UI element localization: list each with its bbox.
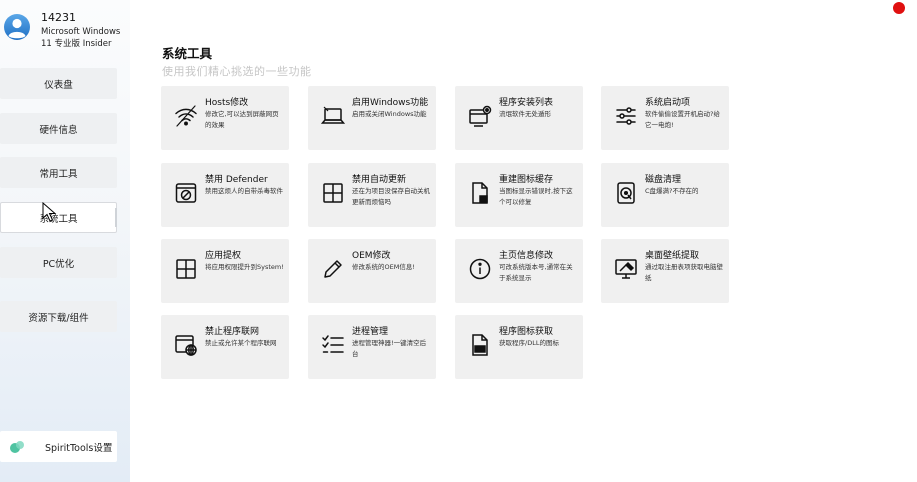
wifi-icon	[175, 105, 197, 127]
tile-title: 系统启动项	[645, 98, 691, 108]
tile-desc: C盘爆满?不存在的	[645, 187, 699, 195]
tile-title: 程序图标获取	[499, 327, 554, 337]
tile-desc: 软件偷偷设置开机启动?给它一电炮!	[645, 110, 720, 129]
tile-process-manager[interactable]: 进程管理 进程管理神器!一键清空后台	[308, 315, 436, 379]
tile-icon-extract[interactable]: 程序图标获取 获取程序/DLL的图标	[455, 315, 583, 379]
sidebar-item-label: PC优化	[42, 258, 75, 270]
tile-desc: 修改它,可以达到屏蔽网页的效果	[205, 110, 279, 129]
tile-desc: 通过取注册表项获取电脑壁纸	[645, 263, 723, 282]
tile-rebuild-icon-cache[interactable]: 重建图标缓存 当图标显示错误时,按下这个可以修复	[455, 163, 583, 227]
tile-title: 禁用自动更新	[352, 175, 407, 185]
windows-icon	[323, 183, 343, 203]
tile-desc: 获取程序/DLL的图标	[499, 339, 559, 347]
disk-icon	[617, 182, 635, 204]
tile-title: 磁盘清理	[645, 175, 682, 185]
tile-title: 应用提权	[205, 251, 242, 261]
tile-installed-programs[interactable]: 程序安装列表 流氓软件无处遁形	[455, 86, 583, 150]
os-version: Microsoft Windows 11 专业版 Insider	[41, 27, 121, 49]
tile-desc: 将应用权限提升到System!	[205, 263, 284, 271]
windows-icon	[176, 259, 196, 279]
tile-title: 主页信息修改	[499, 251, 554, 261]
tile-title: 禁止程序联网	[205, 327, 260, 337]
tile-desc: 禁止或允许某个程序联网	[205, 339, 277, 347]
sliders-icon	[616, 107, 636, 125]
tile-title: Hosts修改	[205, 98, 249, 108]
sidebar-item-dashboard[interactable]: 仪表盘	[0, 68, 117, 99]
tile-oem-edit[interactable]: OEM修改 修改系统的OEM信息!	[308, 239, 436, 303]
tile-windows-features[interactable]: 启用Windows功能 启用或关闭Windows功能	[308, 86, 436, 150]
tile-desc: 当图标显示错误时,按下这个可以修复	[499, 187, 573, 206]
pencil-icon	[324, 260, 342, 278]
recording-indicator	[893, 2, 905, 14]
page-title: 系统工具	[162, 46, 213, 61]
tile-disk-cleanup[interactable]: 磁盘清理 C盘爆满?不存在的	[601, 163, 729, 227]
sidebar-item-label: 资源下载/组件	[28, 312, 89, 324]
sidebar-item-label: 常用工具	[39, 168, 78, 180]
spirit-logo-icon	[10, 441, 24, 453]
laptop-icon	[321, 106, 345, 124]
sidebar-item-common-tools[interactable]: 常用工具	[0, 157, 117, 188]
tile-disable-defender[interactable]: 禁用 Defender 禁用这烦人的自带杀毒软件	[161, 163, 289, 227]
tile-block-network[interactable]: 禁止程序联网 禁止或允许某个程序联网	[161, 315, 289, 379]
tile-desc: 进程管理神器!一键清空后台	[352, 339, 427, 358]
avatar-icon	[4, 14, 30, 40]
tile-desc: 还在为项目没保存自动关机更新而烦恼吗	[352, 187, 430, 206]
user-id: 14231	[41, 11, 76, 24]
sidebar: 14231 Microsoft Windows 11 专业版 Insider 仪…	[0, 0, 130, 482]
tile-desc: 修改系统的OEM信息!	[352, 263, 415, 271]
tile-startup-items[interactable]: 系统启动项 软件偷偷设置开机启动?给它一电炮!	[601, 86, 729, 150]
program-settings-icon	[469, 105, 492, 127]
tile-title: 进程管理	[352, 327, 389, 337]
page-subtitle: 使用我们精心挑选的一些功能	[162, 65, 312, 78]
sidebar-item-downloads[interactable]: 资源下载/组件	[0, 301, 117, 332]
tile-title: OEM修改	[352, 251, 391, 261]
info-icon	[469, 258, 491, 280]
tile-hosts[interactable]: Hosts修改 修改它,可以达到屏蔽网页的效果	[161, 86, 289, 150]
tile-wallpaper-extract[interactable]: 桌面壁纸提取 通过取注册表项获取电脑壁纸	[601, 239, 729, 303]
user-panel[interactable]: 14231 Microsoft Windows 11 专业版 Insider	[0, 0, 130, 68]
sidebar-item-label: 仪表盘	[44, 79, 73, 91]
tile-title: 桌面壁纸提取	[645, 251, 700, 261]
tile-desc: 启用或关闭Windows功能	[352, 110, 427, 118]
tile-title: 程序安装列表	[499, 98, 554, 108]
sidebar-item-label: 系统工具	[39, 213, 78, 225]
sidebar-item-pc-optimize[interactable]: PC优化	[0, 247, 117, 278]
dll-file-icon	[472, 334, 488, 356]
tile-app-elevation[interactable]: 应用提权 将应用权限提升到System!	[161, 239, 289, 303]
settings-button[interactable]: SpiritTools设置	[0, 431, 117, 462]
tile-title: 禁用 Defender	[205, 175, 268, 185]
wallpaper-icon	[615, 259, 637, 279]
tile-homepage-info[interactable]: 主页信息修改 可改系统版本号,通常在关于系统显示	[455, 239, 583, 303]
tile-desc: 禁用这烦人的自带杀毒软件	[205, 187, 283, 195]
tile-title: 启用Windows功能	[352, 98, 429, 108]
sidebar-item-system-tools[interactable]: 系统工具	[0, 202, 117, 233]
no-network-icon	[175, 335, 197, 356]
file-repair-icon	[472, 182, 488, 204]
tile-disable-updates[interactable]: 禁用自动更新 还在为项目没保存自动关机更新而烦恼吗	[308, 163, 436, 227]
tile-desc: 流氓软件无处遁形	[499, 110, 551, 118]
sidebar-item-hardware-info[interactable]: 硬件信息	[0, 113, 117, 144]
tile-desc: 可改系统版本号,通常在关于系统显示	[499, 263, 573, 282]
settings-label: SpiritTools设置	[45, 443, 113, 454]
defender-icon	[175, 183, 197, 203]
tile-title: 重建图标缓存	[499, 175, 554, 185]
sidebar-item-label: 硬件信息	[39, 124, 78, 136]
checklist-icon	[322, 335, 344, 353]
